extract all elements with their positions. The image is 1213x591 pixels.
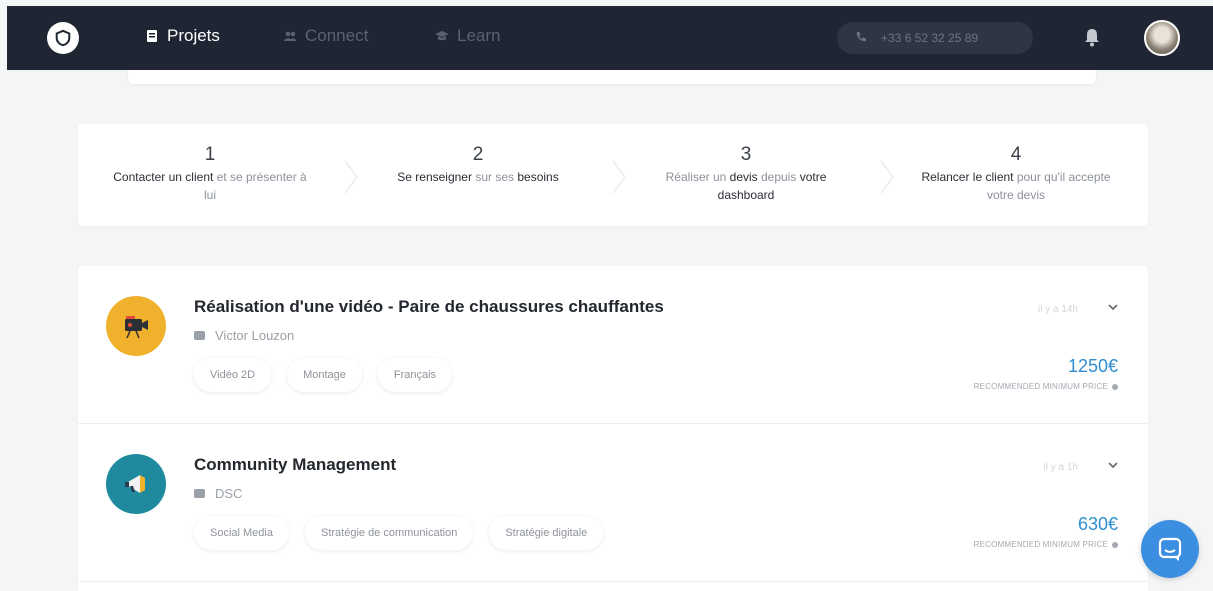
briefcase-icon bbox=[194, 489, 205, 498]
step-text: sur ses bbox=[471, 170, 518, 184]
step-4: 4 Relancer le client pour qu'il accepte … bbox=[916, 144, 1116, 204]
project-price: 630€ bbox=[1077, 514, 1118, 534]
nav-projets[interactable]: Projets bbox=[145, 26, 220, 46]
info-icon[interactable] bbox=[1112, 383, 1118, 390]
phone-icon bbox=[855, 31, 867, 46]
phone-number-pill[interactable]: +33 6 52 32 25 89 bbox=[837, 22, 1033, 54]
posted-time: il y a 14h bbox=[1037, 304, 1078, 315]
nav-connect[interactable]: Connect bbox=[283, 26, 368, 46]
nav-learn[interactable]: Learn bbox=[435, 26, 500, 46]
client-name: Victor Louzon bbox=[215, 328, 295, 343]
briefcase-icon bbox=[194, 331, 205, 340]
step-text: depuis bbox=[757, 170, 800, 184]
project-card[interactable]: Community Management DSC Social Media St… bbox=[78, 424, 1148, 582]
info-icon[interactable] bbox=[1112, 541, 1118, 548]
project-price: 1250€ bbox=[1067, 356, 1118, 376]
chevron-down-icon[interactable] bbox=[1106, 300, 1120, 314]
client-name: DSC bbox=[215, 486, 243, 501]
chat-button[interactable] bbox=[1141, 520, 1199, 578]
top-navbar: Projets Connect Learn +33 6 52 32 25 89 bbox=[7, 6, 1213, 70]
nav-learn-label: Learn bbox=[457, 26, 501, 45]
price-label: RECOMMENDED MINIMUM PRICE bbox=[974, 382, 1118, 391]
clipboard-icon bbox=[145, 29, 159, 43]
step-separator-chevron bbox=[344, 160, 358, 194]
project-card[interactable]: Réalisation d'une vidéo - Paire de chaus… bbox=[78, 266, 1148, 424]
step-number: 3 bbox=[740, 144, 752, 165]
project-title[interactable]: Community Management bbox=[194, 455, 396, 475]
process-steps-panel: 1 Contacter un client et se présenter à … bbox=[78, 124, 1148, 226]
search-bar-edge bbox=[128, 70, 1096, 84]
step-text: et se présenter à lui bbox=[203, 170, 307, 202]
step-number: 1 bbox=[204, 144, 216, 165]
step-separator-chevron bbox=[880, 160, 894, 194]
posted-time: il y a 1h bbox=[1043, 462, 1078, 473]
tag[interactable]: Stratégie digitale bbox=[489, 516, 604, 550]
chevron-down-icon[interactable] bbox=[1106, 458, 1120, 472]
step-2: 2 Se renseigner sur ses besoins bbox=[378, 144, 578, 186]
project-tags: Vidéo 2D Montage Français bbox=[194, 358, 453, 392]
tag[interactable]: Vidéo 2D bbox=[194, 358, 272, 392]
logo-icon[interactable] bbox=[47, 22, 79, 54]
graduation-cap-icon bbox=[435, 29, 449, 43]
project-client: DSC bbox=[194, 486, 242, 501]
step-text-strong: besoins bbox=[517, 170, 559, 184]
users-icon bbox=[283, 29, 297, 43]
bell-icon[interactable] bbox=[1082, 26, 1102, 48]
tag[interactable]: Français bbox=[377, 358, 453, 392]
chat-icon bbox=[1158, 537, 1182, 561]
step-1: 1 Contacter un client et se présenter à … bbox=[110, 144, 310, 204]
megaphone-icon bbox=[106, 454, 166, 514]
tag[interactable]: Stratégie de communication bbox=[304, 516, 474, 550]
project-tags: Social Media Stratégie de communication … bbox=[194, 516, 604, 550]
step-3: 3 Réaliser un devis depuis votre dashboa… bbox=[646, 144, 846, 204]
step-number: 2 bbox=[472, 144, 484, 165]
video-camera-icon bbox=[106, 296, 166, 356]
phone-number: +33 6 52 32 25 89 bbox=[881, 31, 979, 45]
step-separator-chevron bbox=[612, 160, 626, 194]
price-label-text: RECOMMENDED MINIMUM PRICE bbox=[973, 382, 1108, 391]
tag[interactable]: Montage bbox=[287, 358, 362, 392]
step-text-strong: devis bbox=[729, 170, 758, 184]
step-number: 4 bbox=[1010, 144, 1022, 165]
project-client: Victor Louzon bbox=[194, 328, 294, 343]
user-avatar[interactable] bbox=[1144, 20, 1180, 56]
nav-projets-label: Projets bbox=[167, 26, 220, 45]
tag[interactable]: Social Media bbox=[194, 516, 289, 550]
step-text-strong: Relancer le client bbox=[921, 170, 1014, 184]
project-title[interactable]: Réalisation d'une vidéo - Paire de chaus… bbox=[194, 297, 664, 317]
project-list: Réalisation d'une vidéo - Paire de chaus… bbox=[78, 266, 1148, 591]
nav-connect-label: Connect bbox=[305, 26, 369, 45]
step-text: Réaliser un bbox=[665, 170, 730, 184]
step-text-strong: Contacter un client bbox=[113, 170, 214, 184]
price-label-text: RECOMMENDED MINIMUM PRICE bbox=[973, 540, 1108, 549]
price-label: RECOMMENDED MINIMUM PRICE bbox=[974, 540, 1118, 549]
step-text-strong: Se renseigner bbox=[397, 170, 472, 184]
